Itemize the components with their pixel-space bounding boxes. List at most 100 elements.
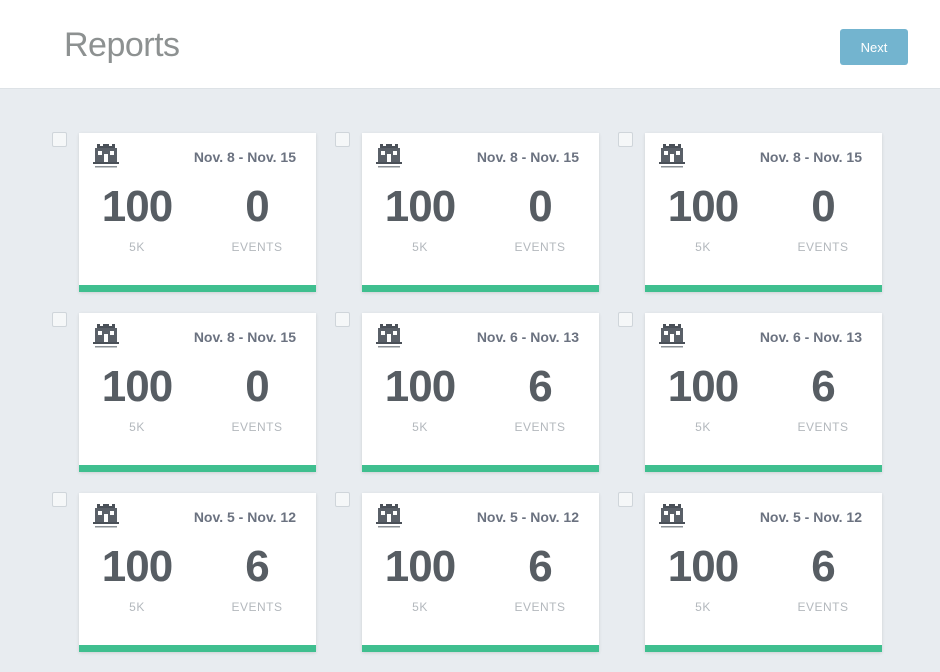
events-label: EVENTS bbox=[231, 240, 283, 254]
report-cell: Nov. 5 - Nov. 12 100 5K 6 EVENTS bbox=[52, 492, 335, 672]
primary-label: 5K bbox=[695, 420, 711, 434]
primary-label: 5K bbox=[129, 600, 145, 614]
report-cell: Nov. 8 - Nov. 15 100 5K 0 EVENTS bbox=[52, 132, 335, 312]
events-stat: 6 EVENTS bbox=[202, 542, 312, 615]
report-cell: Nov. 8 - Nov. 15 100 5K 0 EVENTS bbox=[335, 132, 618, 312]
events-label: EVENTS bbox=[231, 420, 283, 434]
date-range: Nov. 8 - Nov. 15 bbox=[193, 149, 296, 165]
select-checkbox[interactable] bbox=[52, 312, 67, 327]
castle-icon bbox=[658, 500, 686, 538]
report-card[interactable]: Nov. 5 - Nov. 12 100 5K 6 EVENTS bbox=[79, 493, 316, 652]
report-grid: Nov. 8 - Nov. 15 100 5K 0 EVENTS Nov. 8 - Nov… bbox=[52, 132, 901, 672]
primary-label: 5K bbox=[412, 600, 428, 614]
castle-icon bbox=[375, 500, 403, 538]
events-value: 0 bbox=[245, 362, 269, 411]
select-checkbox[interactable] bbox=[335, 312, 350, 327]
primary-value: 100 bbox=[384, 362, 456, 411]
date-range: Nov. 6 - Nov. 13 bbox=[476, 329, 579, 345]
castle-icon bbox=[92, 500, 120, 538]
report-card[interactable]: Nov. 6 - Nov. 13 100 5K 6 EVENTS bbox=[645, 313, 882, 472]
events-label: EVENTS bbox=[514, 600, 566, 614]
primary-stat: 100 5K bbox=[365, 182, 475, 255]
report-cell: Nov. 6 - Nov. 13 100 5K 6 EVENTS bbox=[618, 312, 901, 492]
primary-label: 5K bbox=[129, 420, 145, 434]
status-bar bbox=[362, 285, 599, 292]
primary-stat: 100 5K bbox=[82, 185, 192, 255]
status-bar bbox=[79, 645, 316, 652]
report-cell: Nov. 5 - Nov. 12 100 5K 6 EVENTS bbox=[335, 492, 618, 672]
select-checkbox[interactable] bbox=[618, 312, 633, 327]
primary-label: 5K bbox=[695, 600, 711, 614]
select-checkbox[interactable] bbox=[618, 492, 633, 507]
date-range: Nov. 8 - Nov. 15 bbox=[759, 149, 862, 165]
events-label: EVENTS bbox=[231, 600, 283, 614]
primary-value: 100 bbox=[101, 542, 173, 591]
primary-value: 100 bbox=[101, 362, 173, 411]
events-value: 0 bbox=[528, 182, 552, 231]
report-card[interactable]: Nov. 8 - Nov. 15 100 5K 0 EVENTS bbox=[645, 133, 882, 292]
report-card[interactable]: Nov. 8 - Nov. 15 100 5K 0 EVENTS bbox=[79, 133, 316, 292]
primary-label: 5K bbox=[412, 420, 428, 434]
status-bar bbox=[645, 465, 882, 472]
report-cell: Nov. 6 - Nov. 13 100 5K 6 EVENTS bbox=[335, 312, 618, 492]
select-checkbox[interactable] bbox=[618, 132, 633, 147]
primary-stat: 100 5K bbox=[648, 182, 758, 255]
report-card[interactable]: Nov. 8 - Nov. 15 100 5K 0 EVENTS bbox=[362, 133, 599, 292]
primary-value: 100 bbox=[384, 182, 456, 231]
primary-stat: 100 5K bbox=[82, 362, 192, 435]
select-checkbox[interactable] bbox=[335, 132, 350, 147]
events-value: 6 bbox=[528, 542, 552, 591]
events-label: EVENTS bbox=[514, 240, 566, 254]
primary-value: 100 bbox=[667, 182, 739, 231]
events-stat: 0 EVENTS bbox=[202, 362, 312, 435]
reports-area: Nov. 8 - Nov. 15 100 5K 0 EVENTS Nov. 8 - Nov… bbox=[0, 89, 940, 660]
primary-label: 5K bbox=[129, 240, 145, 254]
primary-value: 100 bbox=[667, 362, 739, 411]
primary-stat: 100 5K bbox=[365, 362, 475, 435]
date-range: Nov. 5 - Nov. 12 bbox=[476, 509, 579, 525]
select-checkbox[interactable] bbox=[52, 492, 67, 507]
next-button[interactable]: Next bbox=[840, 29, 908, 65]
primary-label: 5K bbox=[695, 240, 711, 254]
status-bar bbox=[645, 285, 882, 292]
status-bar bbox=[79, 285, 316, 292]
primary-stat: 100 5K bbox=[648, 542, 758, 615]
date-range: Nov. 8 - Nov. 15 bbox=[193, 329, 296, 345]
castle-icon bbox=[375, 140, 403, 178]
status-bar bbox=[645, 645, 882, 652]
events-stat: 0 EVENTS bbox=[202, 182, 312, 255]
header-bar: Reports Next bbox=[0, 0, 940, 89]
date-range: Nov. 5 - Nov. 12 bbox=[193, 509, 296, 525]
events-value: 0 bbox=[811, 182, 835, 231]
status-bar bbox=[79, 465, 316, 472]
status-bar bbox=[362, 465, 599, 472]
events-value: 0 bbox=[245, 182, 269, 231]
select-checkbox[interactable] bbox=[52, 132, 67, 147]
castle-icon bbox=[658, 140, 686, 178]
date-range: Nov. 8 - Nov. 15 bbox=[476, 149, 579, 165]
events-label: EVENTS bbox=[514, 420, 566, 434]
report-card[interactable]: Nov. 8 - Nov. 15 100 5K 0 EVENTS bbox=[79, 313, 316, 472]
castle-icon bbox=[92, 140, 120, 178]
select-checkbox[interactable] bbox=[335, 492, 350, 507]
date-range: Nov. 6 - Nov. 13 bbox=[759, 329, 862, 345]
events-label: EVENTS bbox=[797, 420, 849, 434]
events-value: 6 bbox=[811, 542, 835, 591]
report-cell: Nov. 8 - Nov. 15 100 5K 0 EVENTS bbox=[52, 312, 335, 492]
page-title: Reports bbox=[64, 26, 180, 64]
report-card[interactable]: Nov. 5 - Nov. 12 100 5K 6 EVENTS bbox=[362, 493, 599, 652]
primary-value: 100 bbox=[384, 542, 456, 591]
primary-stat: 100 5K bbox=[365, 542, 475, 615]
events-value: 6 bbox=[245, 542, 269, 591]
events-label: EVENTS bbox=[797, 600, 849, 614]
events-stat: 6 EVENTS bbox=[768, 365, 878, 435]
primary-stat: 100 5K bbox=[82, 542, 192, 615]
date-range: Nov. 5 - Nov. 12 bbox=[759, 509, 862, 525]
status-bar bbox=[362, 645, 599, 652]
report-card[interactable]: Nov. 5 - Nov. 12 100 5K 6 EVENTS bbox=[645, 493, 882, 652]
primary-value: 100 bbox=[667, 542, 739, 591]
report-card[interactable]: Nov. 6 - Nov. 13 100 5K 6 EVENTS bbox=[362, 313, 599, 472]
castle-icon bbox=[92, 320, 120, 358]
events-stat: 6 EVENTS bbox=[485, 365, 595, 435]
events-stat: 6 EVENTS bbox=[485, 542, 595, 615]
